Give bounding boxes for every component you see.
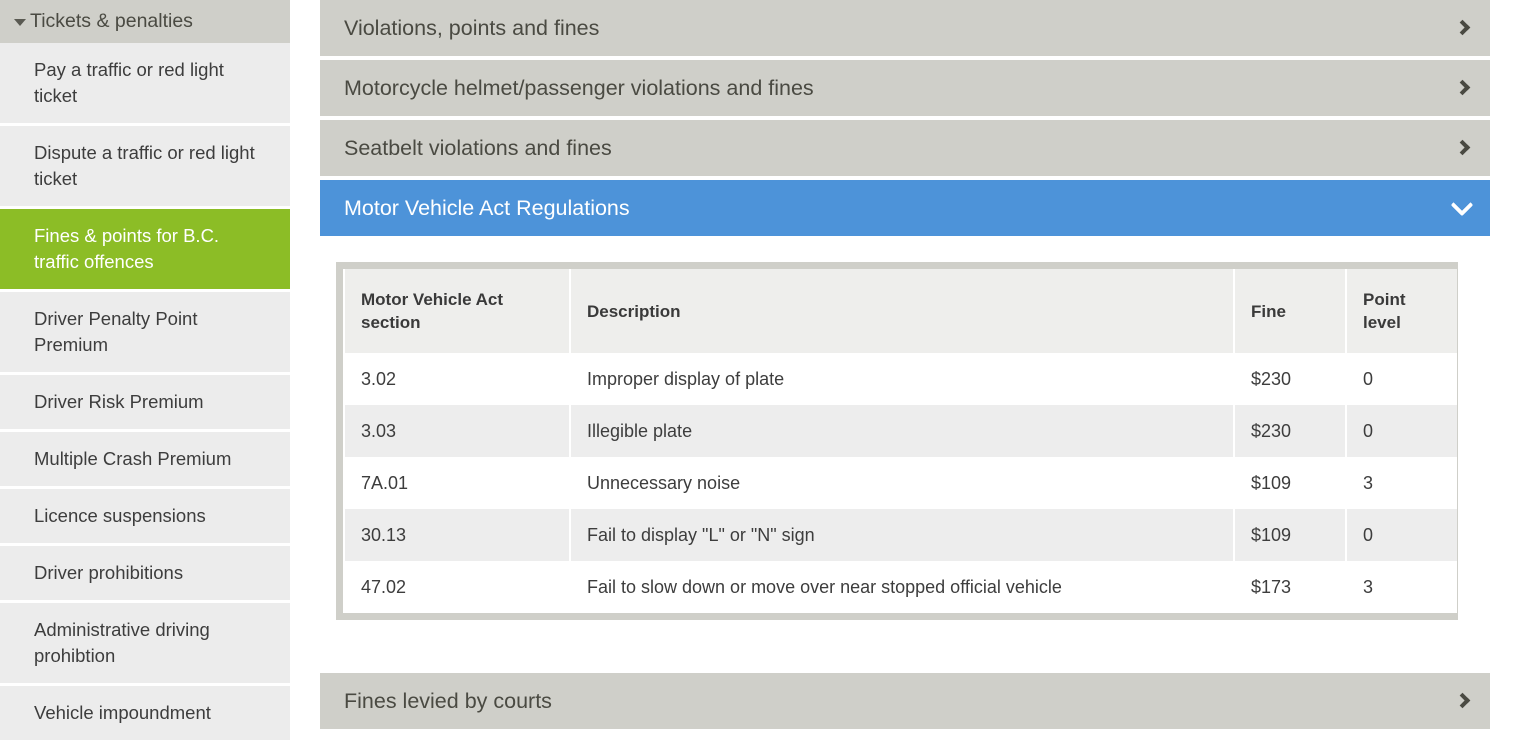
cell-description: Improper display of plate — [571, 353, 1233, 405]
sidebar-item-label: Driver Penalty Point Premium — [34, 308, 198, 355]
sidebar-item-label: Driver Risk Premium — [34, 391, 204, 412]
accordion-header-motor-vehicle-act-regulations[interactable]: Motor Vehicle Act Regulations — [320, 180, 1490, 236]
accordion-panel-motor-vehicle-act-regulations: Motor Vehicle Act section Description Fi… — [320, 236, 1490, 620]
accordion-list-footer: Fines levied by courts — [320, 673, 1490, 733]
sidebar-item-label: Administrative driving prohibtion — [34, 619, 210, 666]
cell-point-level: 3 — [1347, 561, 1457, 613]
accordion-title: Motor Vehicle Act Regulations — [344, 195, 630, 220]
accordion-header-seatbelt-violations[interactable]: Seatbelt violations and fines — [320, 120, 1490, 176]
sidebar-item-dispute-ticket[interactable]: Dispute a traffic or red light ticket — [0, 126, 290, 209]
accordion-list: Violations, points and fines Motorcycle … — [320, 0, 1490, 620]
sidebar-item-vehicle-impoundment[interactable]: Vehicle impoundment — [0, 686, 290, 743]
table-row: 3.02 Improper display of plate $230 0 — [345, 353, 1457, 405]
sidebar-item-driver-risk-premium[interactable]: Driver Risk Premium — [0, 375, 290, 432]
cell-section: 7A.01 — [345, 457, 569, 509]
sidebar-section-header[interactable]: Tickets & penalties — [0, 0, 290, 43]
sidebar-item-label: Multiple Crash Premium — [34, 448, 232, 469]
sidebar: Tickets & penalties Pay a traffic or red… — [0, 0, 290, 752]
page-root: Tickets & penalties Pay a traffic or red… — [0, 0, 1520, 752]
cell-fine: $109 — [1235, 457, 1345, 509]
chevron-right-icon — [1454, 79, 1471, 96]
chevron-down-icon — [1450, 193, 1474, 217]
cell-section: 3.02 — [345, 353, 569, 405]
triangle-down-icon — [14, 19, 26, 26]
cell-section: 3.03 — [345, 405, 569, 457]
sidebar-item-label: Dispute a traffic or red light ticket — [34, 142, 255, 189]
cell-description: Unnecessary noise — [571, 457, 1233, 509]
sidebar-item-label: Licence suspensions — [34, 505, 206, 526]
cell-point-level: 0 — [1347, 353, 1457, 405]
cell-point-level: 0 — [1347, 405, 1457, 457]
accordion-header-motorcycle-helmet-passenger[interactable]: Motorcycle helmet/passenger violations a… — [320, 60, 1490, 116]
cell-point-level: 0 — [1347, 509, 1457, 561]
fines-table: Motor Vehicle Act section Description Fi… — [343, 269, 1459, 613]
sidebar-item-administrative-driving-prohibtion[interactable]: Administrative driving prohibtion — [0, 603, 290, 686]
chevron-right-icon — [1454, 692, 1471, 709]
cell-description: Fail to slow down or move over near stop… — [571, 561, 1233, 613]
cell-section: 30.13 — [345, 509, 569, 561]
sidebar-item-label: Pay a traffic or red light ticket — [34, 59, 224, 106]
cell-description: Fail to display "L" or "N" sign — [571, 509, 1233, 561]
sidebar-item-label: Vehicle impoundment — [34, 702, 211, 723]
sidebar-item-driver-prohibitions[interactable]: Driver prohibitions — [0, 546, 290, 603]
cell-fine: $230 — [1235, 353, 1345, 405]
sidebar-item-pay-ticket[interactable]: Pay a traffic or red light ticket — [0, 43, 290, 126]
table-row: 3.03 Illegible plate $230 0 — [345, 405, 1457, 457]
fines-table-container: Motor Vehicle Act section Description Fi… — [336, 262, 1458, 620]
sidebar-item-driver-penalty-point-premium[interactable]: Driver Penalty Point Premium — [0, 292, 290, 375]
column-header-fine: Fine — [1235, 269, 1345, 353]
column-header-description: Description — [571, 269, 1233, 353]
accordion-title: Fines levied by courts — [344, 688, 552, 713]
cell-description: Illegible plate — [571, 405, 1233, 457]
table-body: 3.02 Improper display of plate $230 0 3.… — [345, 353, 1457, 613]
chevron-right-icon — [1454, 139, 1471, 156]
accordion-title: Motorcycle helmet/passenger violations a… — [344, 75, 814, 100]
sidebar-item-label: Driver prohibitions — [34, 562, 184, 583]
sidebar-item-label: Fines & points for B.C. traffic offences — [34, 225, 220, 272]
table-row: 47.02 Fail to slow down or move over nea… — [345, 561, 1457, 613]
table-head: Motor Vehicle Act section Description Fi… — [345, 269, 1457, 353]
cell-section: 47.02 — [345, 561, 569, 613]
chevron-right-icon — [1454, 19, 1471, 36]
cell-point-level: 3 — [1347, 457, 1457, 509]
cell-fine: $173 — [1235, 561, 1345, 613]
sidebar-item-fines-and-points[interactable]: Fines & points for B.C. traffic offences — [0, 209, 290, 292]
accordion-title: Seatbelt violations and fines — [344, 135, 612, 160]
column-header-point-level: Point level — [1347, 269, 1457, 353]
cell-fine: $230 — [1235, 405, 1345, 457]
sidebar-item-multiple-crash-premium[interactable]: Multiple Crash Premium — [0, 432, 290, 489]
accordion-header-violations-points-fines[interactable]: Violations, points and fines — [320, 0, 1490, 56]
sidebar-item-licence-suspensions[interactable]: Licence suspensions — [0, 489, 290, 546]
table-row: 7A.01 Unnecessary noise $109 3 — [345, 457, 1457, 509]
accordion-header-fines-levied-by-courts[interactable]: Fines levied by courts — [320, 673, 1490, 729]
table-row: 30.13 Fail to display "L" or "N" sign $1… — [345, 509, 1457, 561]
table-header-row: Motor Vehicle Act section Description Fi… — [345, 269, 1457, 353]
cell-fine: $109 — [1235, 509, 1345, 561]
sidebar-section-title: Tickets & penalties — [30, 10, 193, 32]
column-header-section: Motor Vehicle Act section — [345, 269, 569, 353]
accordion-title: Violations, points and fines — [344, 15, 600, 40]
